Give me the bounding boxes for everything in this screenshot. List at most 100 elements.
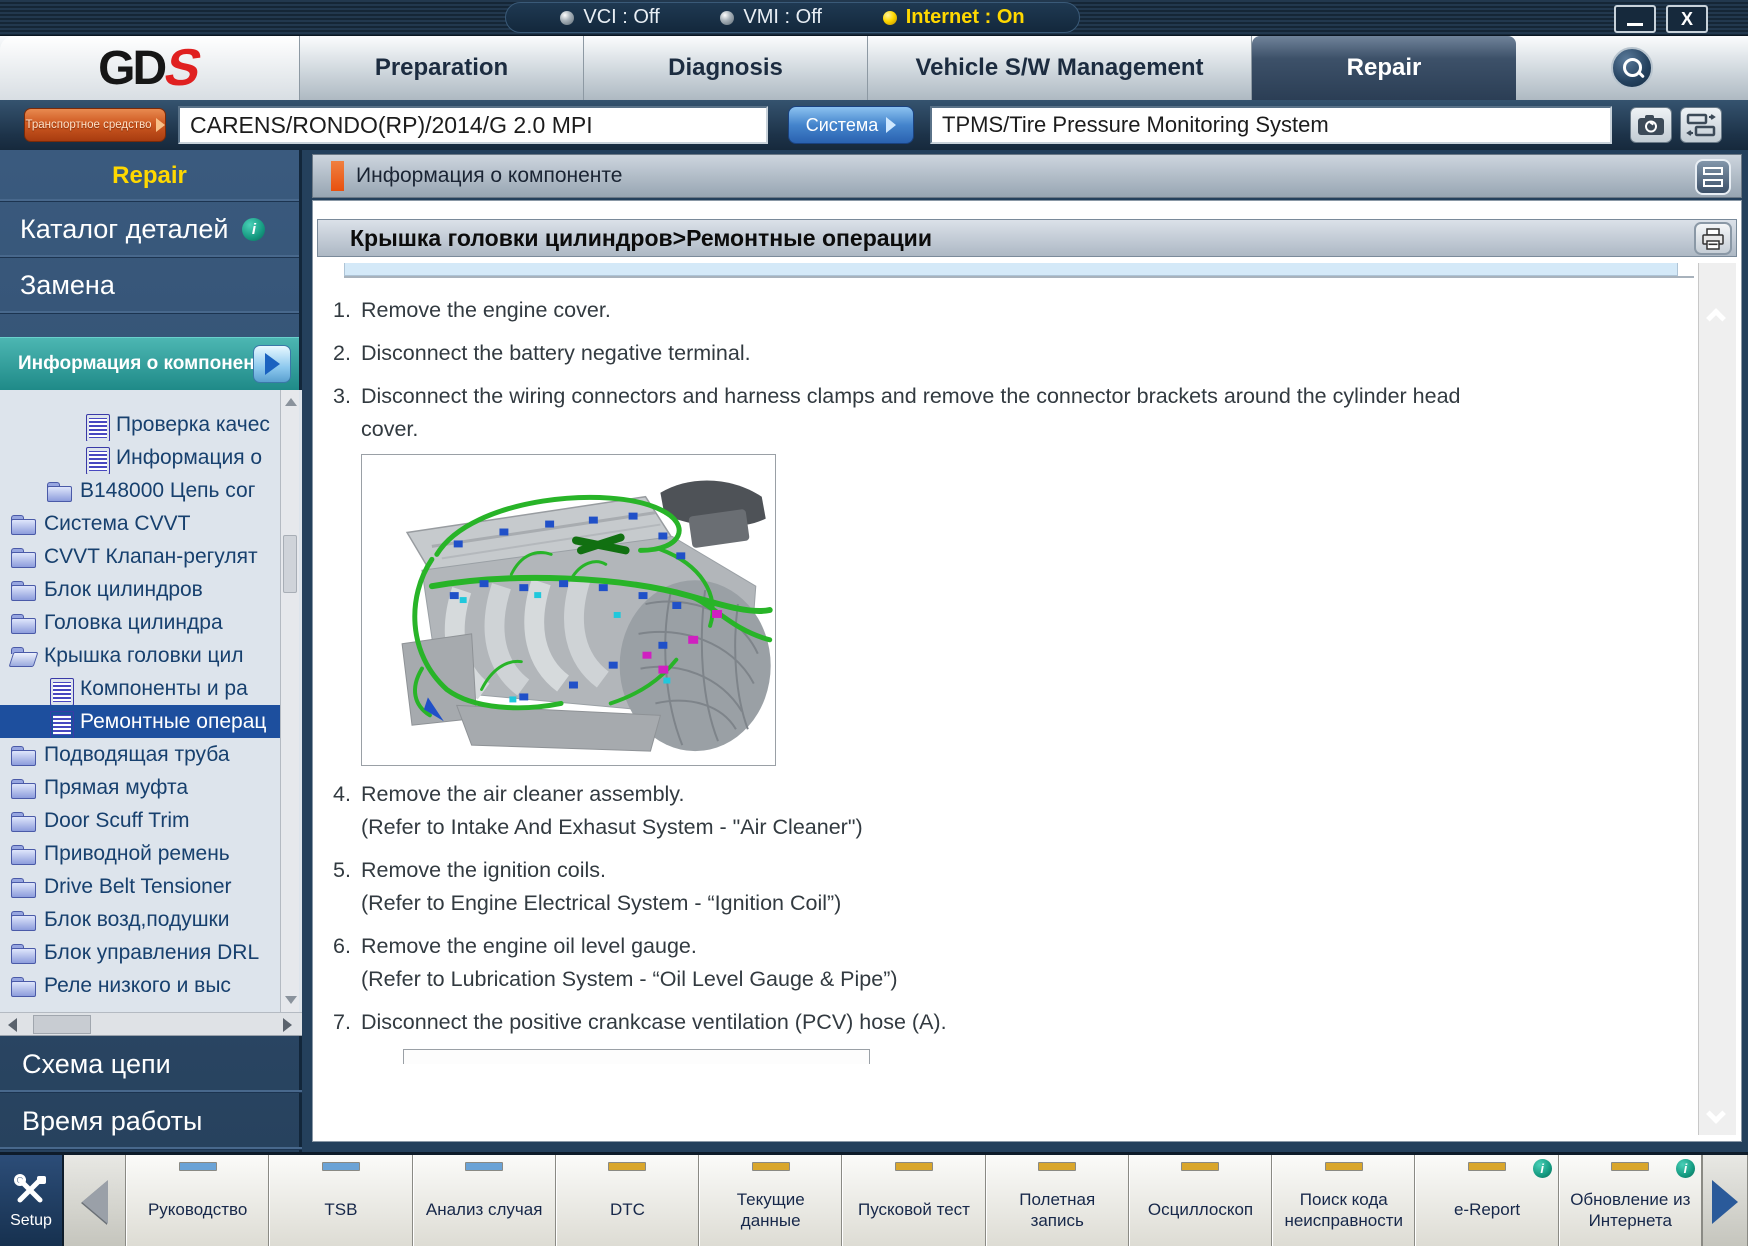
- bottom-toolbar: Setup i Руководство i TSB i Анализ случа…: [0, 1152, 1748, 1246]
- tree-item[interactable]: Головка цилиндра: [0, 606, 283, 639]
- folder-icon: [10, 744, 36, 766]
- toolbar-button[interactable]: i Полетная запись: [985, 1155, 1129, 1246]
- tree-hscroll-thumb[interactable]: [33, 1015, 91, 1034]
- procedure-step: 6. Remove the engine oil level gauge. (R…: [333, 930, 1694, 996]
- search-icon[interactable]: [1611, 47, 1653, 89]
- toolbar-button-label: Пусковой тест: [857, 1200, 970, 1219]
- content-region: Информация о компоненте Крышка головки ц…: [302, 150, 1748, 1152]
- step-reference: (Refer to Engine Electrical System - “Ig…: [361, 891, 842, 915]
- tree-item[interactable]: Компоненты и ра: [0, 672, 283, 705]
- tree-item[interactable]: Ремонтные операц: [0, 705, 283, 738]
- toolbar-button[interactable]: i Руководство: [126, 1155, 270, 1246]
- toolbar-button[interactable]: i e-Report: [1415, 1155, 1559, 1246]
- step-text: Remove the engine oil level gauge.: [361, 934, 697, 958]
- toolbar-button[interactable]: i Поиск кода неисправности: [1272, 1155, 1416, 1246]
- toolbar-scroll-right-button[interactable]: [1702, 1155, 1748, 1246]
- header-tab[interactable]: Diagnosis: [584, 36, 868, 100]
- tab-label: Preparation: [374, 54, 509, 81]
- system-value-field[interactable]: TPMS/Tire Pressure Monitoring System: [930, 106, 1612, 144]
- doc-icon: [46, 677, 74, 705]
- vehicle-select-button[interactable]: Транспортное средство: [24, 108, 166, 142]
- tree-item[interactable]: CVVT Клапан-регулят: [0, 540, 283, 573]
- tree-item[interactable]: Блок цилиндров: [0, 573, 283, 606]
- pages-icon: [1703, 179, 1723, 187]
- tree-scroll-thumb[interactable]: [283, 535, 297, 593]
- toolbar-button[interactable]: i DTC: [555, 1155, 700, 1246]
- main-region: Repair Каталог деталей i Замена Информац…: [0, 150, 1748, 1152]
- tree-horizontal-scrollbar[interactable]: [0, 1012, 302, 1036]
- gds-logo[interactable]: GD S: [0, 36, 300, 100]
- panel-title: Информация о компоненте: [356, 164, 623, 187]
- tree-item[interactable]: Информация о: [0, 441, 283, 474]
- scroll-up-icon[interactable]: [285, 398, 297, 406]
- folder-icon: [10, 513, 36, 535]
- vehicle-select-label: Транспортное средство: [25, 119, 152, 131]
- tree-item[interactable]: Система CVVT: [0, 507, 283, 540]
- tree-item-label: Блок возд,подушки: [44, 907, 230, 931]
- sidebar-active-label: Информация о компоненте: [18, 353, 275, 374]
- scroll-down-icon[interactable]: [285, 996, 297, 1004]
- tree-item[interactable]: Прямая муфта: [0, 771, 283, 804]
- vci-status: VCI : Off: [560, 6, 660, 29]
- folder-icon: [10, 777, 36, 799]
- scrolled-table-rule: [344, 276, 1694, 278]
- tree-item[interactable]: Реле низкого и выс: [0, 969, 283, 1002]
- scroll-down-icon[interactable]: [1706, 1104, 1726, 1124]
- toolbar-button[interactable]: i Анализ случая: [412, 1155, 556, 1246]
- sidebar-item-parts-catalog[interactable]: Каталог деталей i: [0, 202, 299, 258]
- vehicle-value-field[interactable]: CARENS/RONDO(RP)/2014/G 2.0 MPI: [178, 106, 768, 144]
- tree-item[interactable]: Drive Belt Tensioner: [0, 870, 283, 903]
- scroll-right-icon[interactable]: [283, 1018, 292, 1032]
- sidebar-item-replacement[interactable]: Замена: [0, 258, 299, 314]
- setup-button[interactable]: Setup: [0, 1155, 64, 1246]
- tree-item[interactable]: Приводной ремень: [0, 837, 283, 870]
- folder-icon: [46, 480, 72, 502]
- tree-item[interactable]: Проверка качес: [0, 408, 283, 441]
- tree-item[interactable]: Блок возд,подушки: [0, 903, 283, 936]
- close-button[interactable]: X: [1666, 5, 1708, 33]
- document-vertical-scrollbar[interactable]: [1698, 263, 1736, 1135]
- step-line: 3. Disconnect the wiring connectors and …: [333, 380, 1694, 446]
- tab-group: Preparation Diagnosis Vehicle S/W Manage…: [300, 36, 1516, 100]
- toolbar-button[interactable]: i Осциллоскоп: [1128, 1155, 1273, 1246]
- minimize-button[interactable]: [1614, 5, 1656, 33]
- toolbar-button[interactable]: i Текущие данные: [699, 1155, 843, 1246]
- print-button[interactable]: [1694, 222, 1732, 255]
- tree-item[interactable]: Блок управления DRL: [0, 936, 283, 969]
- header-tab[interactable]: Vehicle S/W Management: [868, 36, 1252, 100]
- toolbar-button[interactable]: i Обновление из Интернета: [1558, 1155, 1702, 1246]
- vehicle-selection-bar: Транспортное средство CARENS/RONDO(RP)/2…: [0, 100, 1748, 150]
- sidebar-item-label: Каталог деталей: [20, 214, 229, 244]
- orange-accent-bar: [331, 161, 344, 191]
- folder-icon: [10, 876, 36, 898]
- tree-item-label: Проверка качес: [116, 412, 270, 436]
- sidebar-item-labor-time[interactable]: Время работы: [0, 1093, 302, 1150]
- arrow-right-icon: [1712, 1180, 1738, 1224]
- tree-item[interactable]: Крышка головки цил: [0, 639, 283, 672]
- scroll-left-icon[interactable]: [8, 1018, 17, 1032]
- split-view-button[interactable]: [1695, 159, 1731, 195]
- screenshot-camera-button[interactable]: [1630, 107, 1672, 143]
- toolbar-scroll-left-button[interactable]: [64, 1155, 126, 1246]
- expand-arrow-button[interactable]: [253, 345, 291, 383]
- scroll-up-icon[interactable]: [1706, 308, 1726, 328]
- indicator-bar: [608, 1162, 647, 1171]
- internet-status-label: Internet : On: [905, 6, 1025, 28]
- tree-item[interactable]: Подводящая труба: [0, 738, 283, 771]
- tree-item[interactable]: Door Scuff Trim: [0, 804, 283, 837]
- toolbar-button[interactable]: i TSB: [269, 1155, 413, 1246]
- toolbar-button-label: Анализ случая: [425, 1200, 543, 1219]
- document-scroll-area[interactable]: 1. Remove the engine cover. 2. Disconnec…: [318, 263, 1694, 1135]
- toolbar-button[interactable]: i Пусковой тест: [842, 1155, 986, 1246]
- sidebar-item-component-info[interactable]: Информация о компоненте: [0, 337, 299, 390]
- header-tab[interactable]: Repair: [1252, 36, 1516, 100]
- component-tree: Проверка качес Информация о B148000 Цепь…: [0, 390, 302, 1012]
- tree-item[interactable]: B148000 Цепь сог: [0, 474, 283, 507]
- layout-swap-button[interactable]: [1680, 107, 1722, 143]
- system-select-button[interactable]: Система: [788, 106, 914, 144]
- toolbar-button-label: Осциллоскоп: [1147, 1200, 1254, 1219]
- sidebar-item-circuit-diagram[interactable]: Схема цепи: [0, 1036, 302, 1093]
- internet-status: Internet : On: [882, 6, 1025, 29]
- tree-vertical-scrollbar[interactable]: [280, 390, 299, 1012]
- header-tab[interactable]: Preparation: [300, 36, 584, 100]
